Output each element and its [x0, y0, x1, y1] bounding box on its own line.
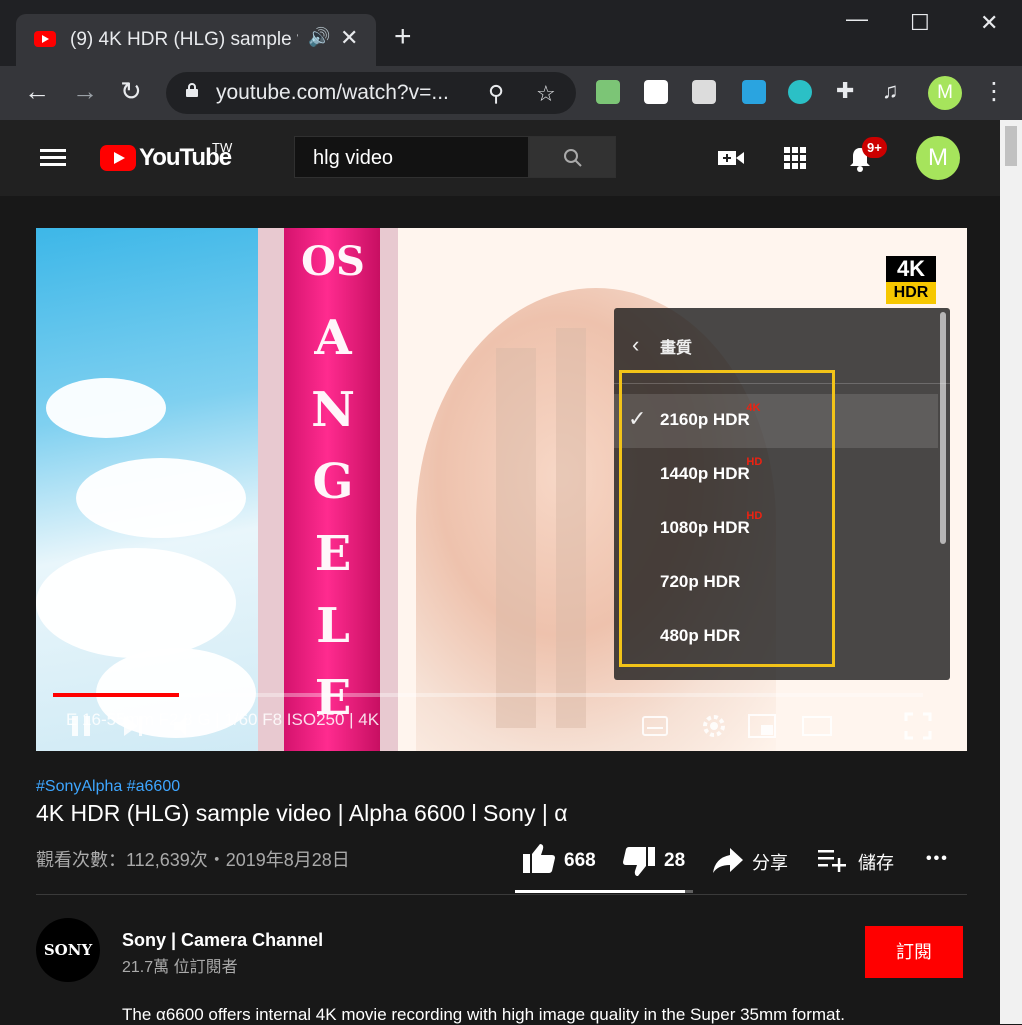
neon-sign-letter: OS	[301, 238, 365, 285]
like-thumb-icon[interactable]	[522, 842, 556, 874]
page-scrollbar-thumb[interactable]	[1005, 126, 1017, 166]
chevron-left-icon[interactable]: ‹	[632, 332, 639, 358]
extension-1-icon[interactable]	[596, 80, 620, 104]
close-window-button[interactable]: ✕	[980, 10, 998, 36]
settings-gear-icon[interactable]	[700, 712, 728, 740]
hamburger-menu-icon[interactable]	[40, 149, 66, 167]
progress-bar-played[interactable]	[53, 693, 180, 697]
volume-icon[interactable]	[172, 714, 196, 738]
extensions-puzzle-icon[interactable]: ✚	[836, 76, 854, 106]
tab-close-icon[interactable]: ✕	[340, 25, 358, 51]
browser-toolbar: ← → ↻ youtube.com/watch?v=... ⚲ ☆ ✚ ♫ M …	[0, 66, 1022, 120]
quality-menu-title: 畫質	[660, 340, 693, 357]
tab-title: (9) 4K HDR (HLG) sample video | Alpha 66…	[70, 29, 298, 50]
browser-tab[interactable]: (9) 4K HDR (HLG) sample video | Alpha 66…	[16, 14, 376, 66]
video-player[interactable]: OS A N G E L E 4K HDR ‹ 畫質 ✓ 2160p HDR 4K 1440p H…	[36, 228, 967, 751]
back-arrow-icon[interactable]: ←	[24, 76, 50, 106]
forward-arrow-icon[interactable]: →	[72, 76, 98, 106]
video-frame-ornament	[556, 328, 586, 728]
share-arrow-icon[interactable]	[712, 846, 744, 874]
neon-sign-letter: E	[314, 526, 352, 582]
create-video-icon[interactable]	[718, 148, 744, 168]
audio-playing-icon[interactable]: 🔊	[308, 27, 330, 48]
extension-4-icon[interactable]	[742, 80, 766, 104]
maximize-button[interactable]: ☐	[910, 10, 930, 36]
page-scrollbar[interactable]	[1000, 120, 1022, 1024]
search-input[interactable]: hlg video	[294, 136, 529, 178]
notification-count-badge: 9+	[862, 137, 887, 158]
apps-grid-icon[interactable]	[784, 147, 806, 169]
video-frame-cloud	[76, 458, 246, 538]
save-label[interactable]: 儲存	[858, 849, 894, 875]
channel-name[interactable]: Sony | Camera Channel	[122, 930, 323, 951]
channel-avatar[interactable]: SONY	[36, 918, 100, 982]
video-frame-cloud	[36, 548, 236, 658]
section-divider	[36, 894, 967, 895]
region-code: TW	[212, 140, 233, 155]
minimize-button[interactable]: —	[846, 6, 868, 32]
account-avatar[interactable]: M	[916, 136, 960, 180]
youtube-logo-icon[interactable]	[100, 145, 136, 171]
neon-sign-letter: L	[316, 598, 350, 654]
quality-options-highlight-box	[619, 370, 835, 667]
like-count[interactable]: 668	[564, 850, 596, 872]
badge-4k-label: 4K	[886, 256, 936, 282]
youtube-header: YouTube TW hlg video 9+ M	[0, 120, 1000, 196]
browser-profile-avatar[interactable]: M	[928, 76, 962, 110]
video-hashtags[interactable]: #SonyAlpha #a6600	[36, 778, 180, 796]
miniplayer-icon[interactable]	[748, 714, 776, 738]
tab-strip: (9) 4K HDR (HLG) sample video | Alpha 66…	[0, 0, 1022, 66]
extension-3-icon[interactable]	[692, 80, 716, 104]
extension-2-icon[interactable]	[644, 80, 668, 104]
subscriber-count: 21.7萬 位訂閱者	[122, 959, 238, 976]
neon-sign-letter: G	[312, 454, 354, 510]
video-title: 4K HDR (HLG) sample video | Alpha 6600 l…	[36, 800, 568, 826]
address-bar[interactable]: youtube.com/watch?v=... ⚲ ☆	[166, 72, 576, 114]
view-count-date: 觀看次數：112,639次・2019年8月28日	[36, 850, 350, 870]
save-playlist-icon[interactable]	[818, 848, 848, 872]
dislike-count[interactable]: 28	[664, 850, 685, 872]
like-ratio-fill	[515, 890, 685, 893]
media-control-icon[interactable]: ♫	[882, 76, 899, 106]
dislike-thumb-icon[interactable]	[622, 846, 656, 878]
browser-menu-icon[interactable]: ⋮	[982, 77, 1006, 106]
subtitles-icon[interactable]	[642, 716, 668, 736]
reload-icon[interactable]: ↻	[120, 76, 142, 106]
pause-icon[interactable]	[70, 714, 92, 738]
progress-bar[interactable]	[53, 693, 923, 697]
next-video-icon[interactable]	[122, 714, 144, 738]
theater-mode-icon[interactable]	[802, 716, 832, 736]
video-frame-ornament	[496, 348, 536, 728]
neon-sign-letter: N	[311, 382, 355, 438]
fullscreen-icon[interactable]	[904, 712, 932, 740]
youtube-favicon-icon	[34, 31, 56, 47]
bookmark-star-icon[interactable]: ☆	[536, 81, 556, 107]
new-tab-button[interactable]: +	[394, 22, 412, 52]
zoom-icon[interactable]: ⚲	[488, 81, 504, 107]
search-icon	[564, 149, 582, 167]
search-button[interactable]	[529, 136, 616, 178]
more-actions-icon[interactable]: •••	[926, 850, 949, 868]
badge-hdr-label: HDR	[886, 282, 936, 304]
lock-icon	[186, 83, 198, 97]
subscribe-button[interactable]: 訂閱	[865, 926, 963, 978]
4k-hdr-badge: 4K HDR	[886, 256, 936, 304]
url-text[interactable]: youtube.com/watch?v=...	[216, 81, 476, 105]
search-input-value: hlg video	[313, 147, 394, 169]
camera-info-overlay: E 16-55mm F2.8 G | 1/60 F8 ISO250 | 4K	[66, 710, 380, 729]
share-label[interactable]: 分享	[752, 849, 788, 875]
neon-sign-letter: A	[314, 310, 352, 366]
quality-menu-scrollbar[interactable]	[940, 312, 946, 544]
video-description: The α6600 offers internal 4K movie recor…	[122, 1005, 845, 1024]
extension-5-icon[interactable]	[788, 80, 812, 104]
video-frame-cloud	[46, 378, 166, 438]
